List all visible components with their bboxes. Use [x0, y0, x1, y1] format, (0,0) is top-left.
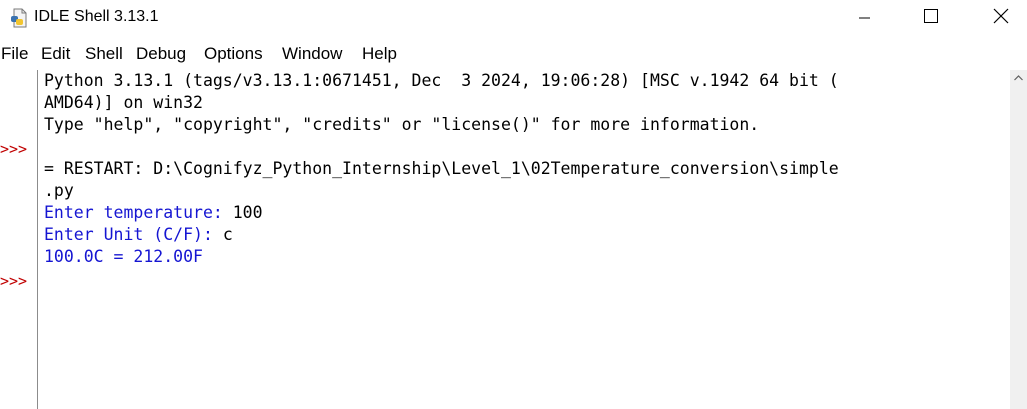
- banner-line: Type "help", "copyright", "credits" or "…: [44, 115, 760, 134]
- title-bar[interactable]: IDLE Shell 3.13.1: [0, 0, 1027, 36]
- stdout-text: Enter temperature:: [44, 203, 233, 222]
- output-line: Enter Unit (C/F): c: [44, 224, 233, 246]
- result-line: 100.0C = 212.00F: [44, 247, 203, 266]
- menu-shell[interactable]: Shell: [85, 44, 123, 64]
- banner-line: AMD64)] on win32: [44, 93, 203, 112]
- menu-bar: File Edit Shell Debug Options Window Hel…: [0, 42, 1027, 68]
- stdout-text: Enter Unit (C/F):: [44, 225, 223, 244]
- shell-text-area[interactable]: Python 3.13.1 (tags/v3.13.1:0671451, Dec…: [38, 70, 1010, 409]
- shell-prompt: >>>: [0, 272, 28, 290]
- menu-window[interactable]: Window: [282, 44, 342, 64]
- menu-file[interactable]: File: [1, 44, 28, 64]
- menu-debug[interactable]: Debug: [136, 44, 186, 64]
- menu-help[interactable]: Help: [362, 44, 397, 64]
- stdin-text: c: [222, 225, 233, 244]
- minimize-button[interactable]: [841, 0, 887, 36]
- menu-options[interactable]: Options: [204, 44, 263, 64]
- stdin-text: 100: [232, 203, 263, 222]
- restart-line: = RESTART: D:\Cognifyz_Python_Internship…: [44, 159, 839, 178]
- banner-line: Python 3.13.1 (tags/v3.13.1:0671451, Dec…: [44, 71, 839, 90]
- prompt-gutter: >>> >>>: [0, 70, 38, 409]
- close-button[interactable]: [975, 0, 1021, 36]
- shell-prompt: >>>: [0, 140, 28, 158]
- output-line: Enter temperature: 100: [44, 202, 263, 224]
- maximize-button[interactable]: [908, 0, 954, 36]
- vertical-scrollbar[interactable]: [1010, 70, 1027, 409]
- scroll-up-arrow-icon[interactable]: [1010, 70, 1027, 87]
- restart-line: .py: [44, 181, 74, 200]
- python-idle-icon: [10, 8, 30, 28]
- menu-edit[interactable]: Edit: [41, 44, 70, 64]
- window-title: IDLE Shell 3.13.1: [34, 8, 159, 25]
